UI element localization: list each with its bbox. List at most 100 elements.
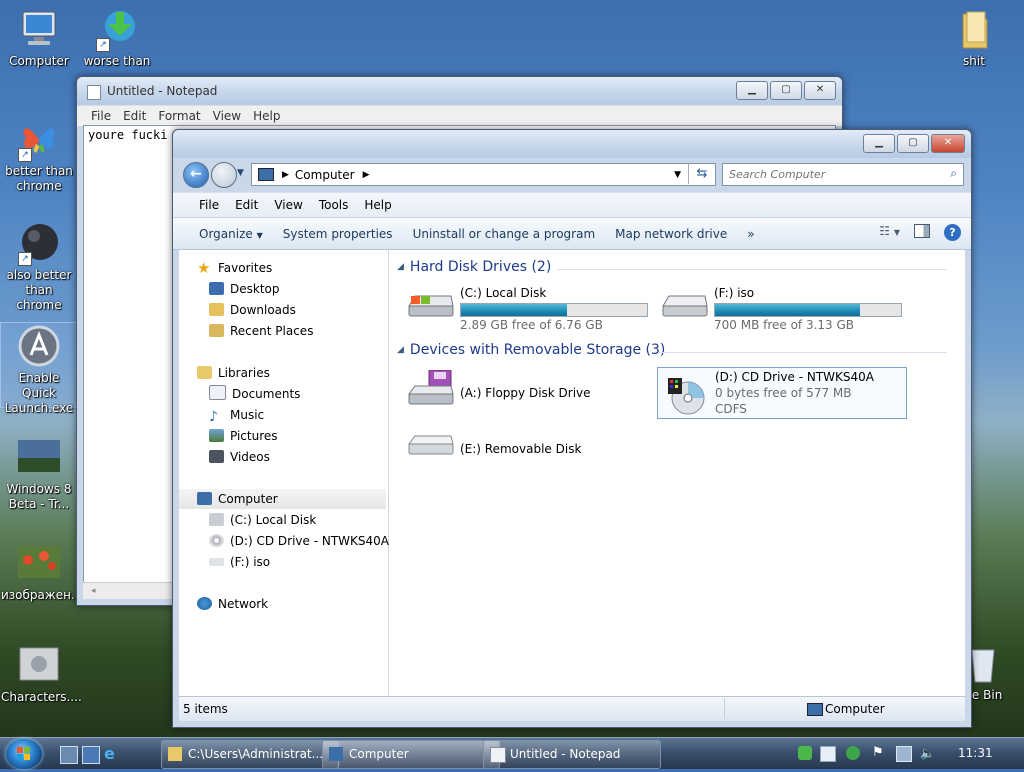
shortcut-arrow-icon: ↗	[18, 148, 32, 162]
nav-desktop[interactable]: Desktop	[209, 279, 280, 299]
nav-pictures[interactable]: Pictures	[209, 426, 278, 446]
close-button[interactable]: ✕	[804, 81, 836, 100]
menu-format[interactable]: Format	[152, 106, 206, 126]
computer-icon	[329, 747, 343, 761]
uninstall-program-button[interactable]: Uninstall or change a program	[403, 227, 606, 241]
menu-tools[interactable]: Tools	[311, 198, 357, 212]
nav-libraries[interactable]: Libraries	[197, 363, 270, 383]
organize-button[interactable]: Organize ▼	[189, 227, 273, 241]
taskbar-button-notepad[interactable]: Untitled - Notepad	[483, 740, 661, 769]
nav-label: (C:) Local Disk	[230, 513, 317, 527]
help-icon[interactable]: ?	[944, 224, 961, 241]
desktop-icon-image[interactable]: изображен...	[1, 540, 82, 603]
desktop-icon-enable-quick-launch[interactable]: Enable Quick Launch.exe	[0, 322, 78, 415]
menu-edit[interactable]: Edit	[227, 198, 266, 212]
nav-downloads[interactable]: Downloads	[209, 300, 296, 320]
map-network-drive-button[interactable]: Map network drive	[605, 227, 737, 241]
menu-help[interactable]: Help	[356, 198, 399, 212]
nav-c-drive[interactable]: (C:) Local Disk	[209, 510, 316, 530]
tray-volume-muted-icon[interactable]: 🔈	[920, 746, 935, 760]
search-input[interactable]	[723, 164, 931, 185]
back-button[interactable]: ←	[183, 162, 209, 188]
system-properties-button[interactable]: System properties	[273, 227, 403, 241]
forward-button[interactable]	[211, 162, 237, 188]
drive-a[interactable]: (A:) Floppy Disk Drive	[407, 369, 652, 418]
drive-c[interactable]: (C:) Local Disk 2.89 GB free of 6.76 GB	[407, 286, 652, 334]
collapse-arrow-icon[interactable]: ◢	[397, 345, 404, 355]
organize-label: Organize	[199, 226, 253, 241]
nav-documents[interactable]: Documents	[209, 384, 300, 404]
notepad-horizontal-scrollbar[interactable]: ◂	[83, 582, 181, 599]
nav-d-drive[interactable]: (D:) CD Drive - NTWKS40A	[209, 531, 389, 551]
start-button[interactable]	[6, 739, 42, 769]
address-dropdown-icon[interactable]: ▼	[674, 170, 681, 180]
group-header-hard-disk-drives[interactable]: ◢ Hard Disk Drives (2)	[397, 259, 957, 275]
refresh-icon[interactable]: ⇆	[688, 163, 715, 184]
minimize-button[interactable]: ▁	[736, 81, 768, 100]
taskbar-button-computer[interactable]: Computer	[322, 740, 500, 769]
breadcrumb-computer[interactable]: Computer	[295, 168, 355, 182]
tray-document-icon[interactable]	[820, 746, 836, 762]
desktop-icon-also-better-than-chrome[interactable]: ↗ also better than chrome	[1, 220, 77, 313]
navigation-pane[interactable]: ★ Favorites Desktop Downloads Recent Plac…	[179, 250, 389, 698]
menu-edit[interactable]: Edit	[117, 106, 152, 126]
drive-usage-fill	[461, 304, 568, 316]
desktop-icon-computer[interactable]: Computer	[1, 6, 77, 69]
tray-network-icon[interactable]	[896, 746, 912, 762]
status-divider	[724, 699, 725, 719]
more-commands-button[interactable]: »	[737, 227, 764, 241]
close-button[interactable]: ✕	[931, 134, 965, 153]
content-pane[interactable]: ◢ Hard Disk Drives (2) (C:) Local Disk 2.…	[389, 250, 965, 698]
tray-flag-icon[interactable]: ⚑	[872, 746, 886, 760]
group-title: Hard Disk Drives (2)	[409, 259, 552, 275]
nav-network[interactable]: Network	[197, 594, 268, 614]
nav-label: Desktop	[230, 282, 280, 296]
drive-e[interactable]: (E:) Removable Disk	[407, 426, 652, 474]
notepad-titlebar[interactable]: Untitled - Notepad ▁ ▢ ✕	[77, 77, 842, 105]
internet-explorer-icon[interactable]: e	[104, 746, 120, 762]
preview-pane-icon[interactable]	[914, 224, 930, 238]
status-location: Computer	[825, 702, 885, 716]
nav-computer[interactable]: Computer	[179, 489, 386, 509]
drive-f[interactable]: (F:) iso 700 MB free of 3.13 GB	[661, 286, 906, 334]
notepad-menubar: File Edit Format View Help	[77, 105, 842, 126]
menu-view[interactable]: View	[207, 106, 247, 126]
nav-recent-places[interactable]: Recent Places	[209, 321, 313, 341]
recent-pages-dropdown[interactable]: ▼	[237, 168, 244, 178]
search-icon[interactable]: ⌕	[950, 166, 957, 181]
desktop-icon-windows8-beta[interactable]: Windows 8 Beta - Tr...	[1, 434, 77, 512]
search-box[interactable]: ⌕	[722, 163, 964, 186]
menu-help[interactable]: Help	[247, 106, 286, 126]
menu-file[interactable]: File	[85, 106, 117, 126]
explorer-titlebar[interactable]: ▁ ▢ ✕	[173, 130, 971, 158]
change-view-icon[interactable]: ☷ ▼	[879, 224, 900, 241]
switch-windows-icon[interactable]	[82, 746, 100, 764]
maximize-button[interactable]: ▢	[897, 134, 929, 153]
desktop-icon-better-than-chrome[interactable]: ↗ better than chrome	[1, 116, 77, 194]
tray-download-icon[interactable]	[798, 746, 812, 760]
address-row: ← ▼ ▶ Computer ▶ ▼ ⇆ ⌕	[173, 158, 971, 192]
collapse-arrow-icon[interactable]: ◢	[397, 262, 404, 272]
show-desktop-icon[interactable]	[60, 746, 78, 764]
menu-view[interactable]: View	[266, 198, 310, 212]
nav-videos[interactable]: Videos	[209, 447, 270, 467]
nav-music[interactable]: ♪ Music	[209, 405, 264, 425]
clock[interactable]: 11:31	[958, 746, 993, 760]
breadcrumb-chevron-icon[interactable]: ▶	[363, 170, 370, 180]
menu-file[interactable]: File	[191, 198, 227, 212]
desktop-icon-characters[interactable]: Characters....	[1, 642, 82, 705]
drive-d[interactable]: (D:) CD Drive - NTWKS40A 0 bytes free of…	[657, 367, 907, 419]
taskbar-button-folder[interactable]: C:\Users\Administrat...	[161, 740, 339, 769]
breadcrumb-separator-icon[interactable]: ▶	[282, 170, 289, 180]
maximize-button[interactable]: ▢	[770, 81, 802, 100]
minimize-button[interactable]: ▁	[863, 134, 895, 153]
address-bar[interactable]: ▶ Computer ▶ ▼ ⇆	[251, 163, 716, 186]
explorer-window[interactable]: ▁ ▢ ✕ ← ▼ ▶ Computer ▶ ▼ ⇆ ⌕ File Edit V…	[172, 129, 972, 728]
desktop-icon-shit-folder[interactable]: shit	[936, 6, 1012, 69]
tray-security-icon[interactable]	[846, 746, 860, 760]
nav-favorites[interactable]: ★ Favorites	[197, 258, 272, 278]
nav-f-drive[interactable]: (F:) iso	[209, 552, 270, 572]
desktop-icon-worse-than[interactable]: ↗ worse than	[79, 6, 155, 69]
group-header-removable-storage[interactable]: ◢ Devices with Removable Storage (3)	[397, 342, 957, 358]
notepad-text: youre fucki	[88, 128, 168, 142]
